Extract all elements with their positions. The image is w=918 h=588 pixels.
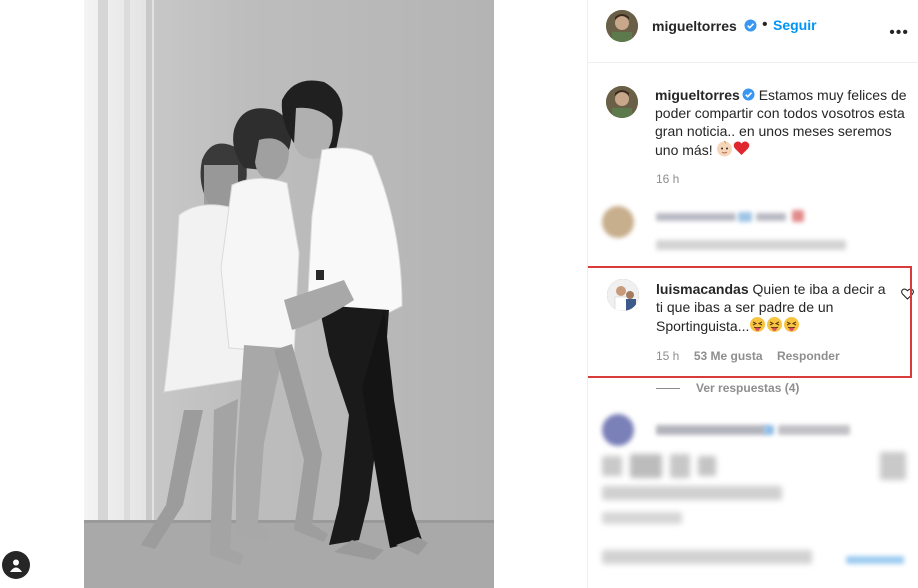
post-caption: migueltorres Estamos muy felices de pode… [655,86,913,159]
blurred-text [602,550,812,564]
blurred-text [880,452,906,480]
blurred-text [602,456,622,476]
post-header: migueltorres • Seguir ••• [588,0,918,63]
blurred-text [670,454,690,478]
blurred-avatar [602,206,634,238]
blurred-text [846,556,904,564]
blurred-text [656,240,846,250]
red-heart-emoji-icon [734,141,750,155]
profile-icon[interactable] [2,551,30,579]
blurred-text [792,210,804,222]
author-avatar[interactable] [606,10,638,42]
blurred-text [738,212,752,222]
verified-badge-icon [742,88,755,101]
blurred-text [630,454,662,478]
separator-dot: • [762,16,768,33]
view-replies[interactable]: Ver respuestas (4) [656,381,799,395]
author-username[interactable]: migueltorres [652,18,737,34]
more-options-icon[interactable]: ••• [889,24,909,42]
comments-panel: migueltorres • Seguir ••• migueltorres E… [587,0,918,588]
blurred-text [778,425,850,435]
verified-badge-icon [744,19,757,32]
blurred-text [602,512,682,524]
blurred-text [756,213,786,221]
follow-button[interactable]: Seguir [773,17,817,33]
highlight-box [588,266,912,378]
caption-timestamp[interactable]: 16 h [656,172,679,186]
blurred-text [698,456,716,476]
blurred-avatar [602,414,634,446]
caption-username[interactable]: migueltorres [655,87,740,103]
blurred-text [764,425,774,435]
blurred-text [656,213,736,221]
caption-author-avatar[interactable] [606,86,638,118]
baby-emoji-icon [717,141,733,157]
post-photo[interactable] [84,0,494,588]
blurred-text [602,486,782,500]
blurred-text [656,425,766,435]
replies-line [656,387,680,389]
view-replies-label[interactable]: Ver respuestas (4) [696,381,799,395]
